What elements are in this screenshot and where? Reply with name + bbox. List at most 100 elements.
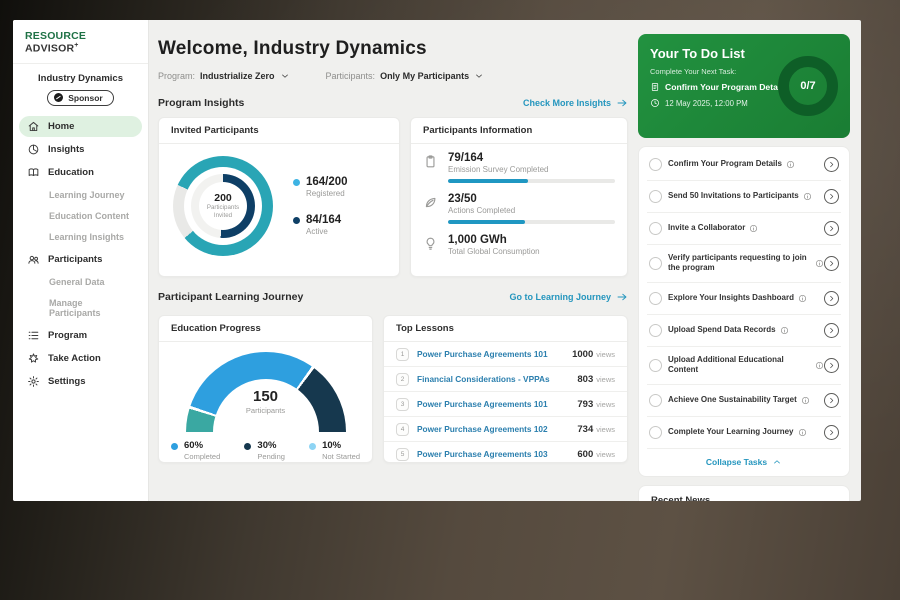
invited-participants-card: Invited Participants 200 Participants In…	[158, 117, 400, 277]
sidebar-item-label: Participants	[48, 254, 102, 265]
sidebar-item[interactable]: Participants	[19, 249, 142, 270]
info-icon[interactable]	[815, 361, 824, 370]
legend-value: 60%	[184, 440, 220, 451]
logo-secondary: ADVISOR	[25, 43, 74, 55]
sidebar-item[interactable]: Insights	[19, 139, 142, 160]
sidebar-item-icon	[27, 375, 40, 388]
info-icon[interactable]	[786, 160, 795, 169]
stat-icon	[423, 195, 438, 210]
info-icon[interactable]	[815, 259, 824, 268]
task-label: Verify participants requesting to join t…	[668, 253, 811, 274]
sidebar-item[interactable]: Learning Journey	[19, 186, 142, 204]
task-open-button[interactable]	[824, 291, 839, 306]
lesson-link[interactable]: Power Purchase Agreements 101	[417, 399, 577, 409]
task-open-button[interactable]	[824, 425, 839, 440]
task-row: Upload Additional Educational Content	[647, 347, 841, 385]
lesson-row[interactable]: 2 Financial Considerations - VPPAs 803 v…	[384, 367, 627, 392]
legend-label: Active	[306, 227, 341, 236]
task-open-button[interactable]	[824, 189, 839, 204]
stat-progress-fill	[448, 220, 525, 224]
go-to-learning-journey-link[interactable]: Go to Learning Journey	[509, 291, 628, 303]
task-checkbox[interactable]	[649, 426, 662, 439]
logo-primary: RESOURCE	[25, 30, 86, 42]
legend-label: Pending	[257, 452, 285, 461]
collapse-tasks-link[interactable]: Collapse Tasks	[647, 449, 841, 474]
task-checkbox[interactable]	[649, 292, 662, 305]
lesson-rank-badge: 1	[396, 348, 409, 361]
lesson-link[interactable]: Power Purchase Agreements 101	[417, 349, 572, 359]
legend-dot	[309, 443, 316, 450]
task-checkbox[interactable]	[649, 158, 662, 171]
todo-header-card: Your To Do List Complete Your Next Task:…	[638, 34, 850, 138]
task-open-button[interactable]	[824, 323, 839, 338]
gauge-legend: 60% Completed 30% Pending	[159, 432, 372, 461]
task-checkbox[interactable]	[649, 257, 662, 270]
info-icon[interactable]	[803, 192, 812, 201]
info-icon[interactable]	[798, 294, 807, 303]
task-open-button[interactable]	[824, 221, 839, 236]
chevron-right-icon	[827, 326, 836, 335]
sidebar-item[interactable]: Home	[19, 116, 142, 137]
sidebar-item[interactable]: Education	[19, 162, 142, 183]
task-doc-icon	[650, 82, 660, 92]
task-checkbox[interactable]	[649, 222, 662, 235]
legend-dot	[171, 443, 178, 450]
sidebar-item[interactable]: Education Content	[19, 207, 142, 225]
sidebar-item[interactable]: Settings	[19, 371, 142, 392]
program-filter[interactable]: Program: Industrialize Zero	[158, 71, 290, 81]
education-progress-card: Education Progress 150 Participants	[158, 315, 373, 463]
task-open-button[interactable]	[824, 358, 839, 373]
lesson-link[interactable]: Power Purchase Agreements 103	[417, 449, 577, 459]
check-more-insights-link[interactable]: Check More Insights	[523, 97, 628, 109]
task-open-button[interactable]	[824, 157, 839, 172]
stat-progress-fill	[448, 179, 528, 183]
info-icon[interactable]	[798, 428, 807, 437]
lesson-row[interactable]: 5 Power Purchase Agreements 103 600 view…	[384, 442, 627, 466]
sidebar-item-label: Home	[48, 121, 74, 132]
sidebar-item[interactable]: Manage Participants	[19, 294, 142, 322]
task-label: Upload Additional Educational Content	[668, 355, 811, 376]
task-label: Send 50 Invitations to Participants	[668, 191, 799, 201]
sidebar-item[interactable]: Take Action	[19, 348, 142, 369]
sidebar-item-icon	[27, 352, 40, 365]
lesson-views-value: 803	[577, 374, 593, 385]
sidebar-item[interactable]: General Data	[19, 273, 142, 291]
lesson-row[interactable]: 3 Power Purchase Agreements 101 793 view…	[384, 392, 627, 417]
sponsor-label: Sponsor	[68, 93, 102, 103]
sidebar-item[interactable]: Program	[19, 325, 142, 346]
legend-value: 10%	[322, 440, 360, 451]
stat-row: 1,000 GWh Total Global Consumption	[411, 226, 627, 258]
info-icon[interactable]	[780, 326, 789, 335]
sidebar-item-label: Insights	[48, 144, 84, 155]
lesson-link[interactable]: Financial Considerations - VPPAs	[417, 374, 577, 384]
lesson-rank-badge: 3	[396, 398, 409, 411]
lesson-rank-badge: 2	[396, 373, 409, 386]
participants-filter[interactable]: Participants: Only My Participants	[326, 71, 485, 81]
task-checkbox[interactable]	[649, 394, 662, 407]
stat-icon	[423, 154, 438, 169]
donut-center-value: 200	[214, 192, 232, 204]
sponsor-icon	[54, 93, 63, 102]
lesson-views-suffix: views	[596, 350, 615, 359]
sidebar-item-label: Program	[48, 330, 87, 341]
sidebar-item-label: Education	[48, 167, 94, 178]
sidebar-item-icon	[27, 166, 40, 179]
participants-filter-value: Only My Participants	[380, 71, 469, 81]
lesson-row[interactable]: 4 Power Purchase Agreements 102 734 view…	[384, 417, 627, 442]
donut-center-label: Participants Invited	[201, 204, 245, 220]
sidebar-item[interactable]: Learning Insights	[19, 228, 142, 246]
task-row: Explore Your Insights Dashboard	[647, 283, 841, 315]
task-checkbox[interactable]	[649, 190, 662, 203]
task-open-button[interactable]	[824, 256, 839, 271]
info-icon[interactable]	[801, 396, 810, 405]
info-icon[interactable]	[749, 224, 758, 233]
lesson-link[interactable]: Power Purchase Agreements 102	[417, 424, 577, 434]
task-checkbox[interactable]	[649, 359, 662, 372]
logo-plus: +	[74, 42, 78, 49]
todo-next-task: Confirm Your Program Details	[665, 82, 787, 92]
task-checkbox[interactable]	[649, 324, 662, 337]
lesson-views-value: 1000	[572, 349, 593, 360]
lesson-row[interactable]: 1 Power Purchase Agreements 101 1000 vie…	[384, 342, 627, 367]
task-open-button[interactable]	[824, 393, 839, 408]
gauge-center-value: 150	[186, 388, 346, 405]
